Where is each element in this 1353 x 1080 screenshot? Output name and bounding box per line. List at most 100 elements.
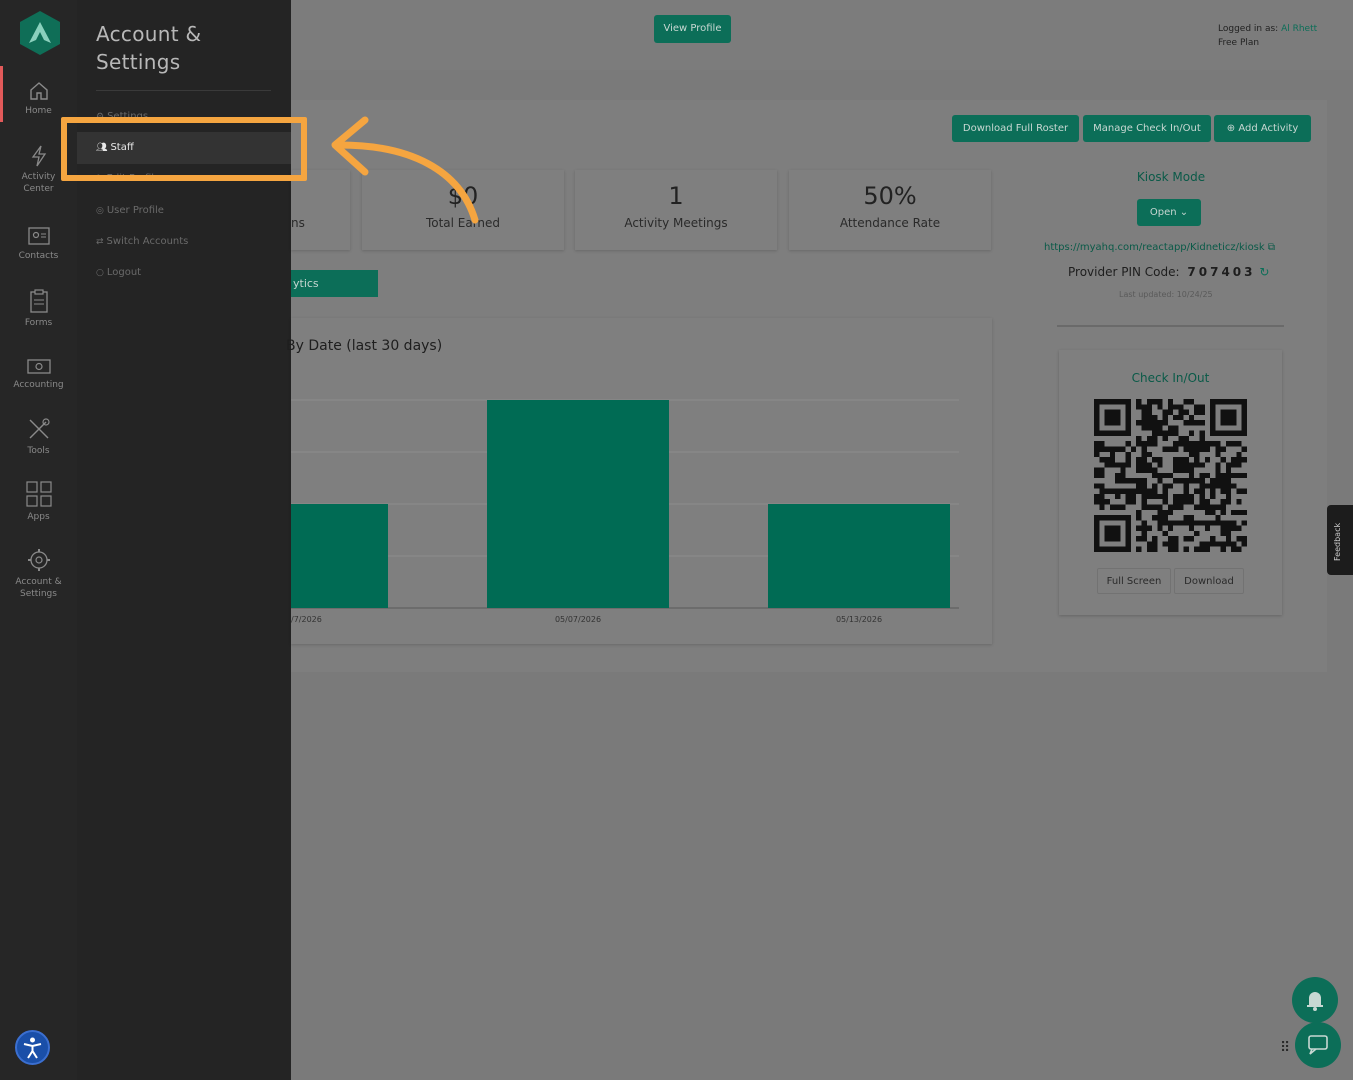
qr-module: [1183, 435, 1189, 442]
qr-module: [1204, 472, 1211, 479]
stat-value: 1: [668, 182, 684, 210]
qr-module: [1241, 488, 1247, 494]
analytics-button[interactable]: ytics: [291, 270, 378, 297]
rail-item-contacts[interactable]: Contacts: [0, 225, 77, 262]
kiosk-url-link[interactable]: https://myahq.com/reactapp/Kidneticz/kio…: [1044, 242, 1265, 253]
qr-module: [1194, 409, 1200, 415]
qr-module: [1136, 488, 1142, 494]
user-name-link[interactable]: Al Rhett: [1281, 24, 1317, 34]
qr-module: [1157, 478, 1163, 484]
menu-item-user-profile[interactable]: ◎ User Profile: [96, 205, 164, 216]
menu-item-logout[interactable]: ○ Logout: [96, 267, 141, 278]
qr-module: [1115, 493, 1121, 500]
menu-label: Switch Accounts: [106, 236, 189, 247]
pin-value: 707403: [1187, 265, 1256, 279]
download-roster-button[interactable]: Download Full Roster: [952, 115, 1079, 142]
qr-module: [1094, 467, 1100, 473]
qr-finder: [1104, 525, 1121, 542]
qr-module: [1225, 493, 1232, 500]
qr-module: [1194, 446, 1200, 452]
qr-module: [1204, 499, 1211, 505]
kiosk-title: Kiosk Mode: [1136, 170, 1206, 184]
qr-module: [1173, 536, 1179, 542]
qr-module: [1199, 441, 1205, 447]
qr-module: [1157, 472, 1163, 479]
stat-label: Attendance Rate: [839, 216, 941, 230]
qr-module: [1162, 499, 1168, 505]
qr-module: [1199, 420, 1205, 426]
rail-item-tools[interactable]: Tools: [0, 416, 77, 457]
qr-module: [1225, 472, 1232, 479]
qr-module: [1204, 457, 1211, 463]
notifications-button[interactable]: [1292, 977, 1338, 1023]
qr-module: [1167, 399, 1174, 405]
qr-module: [1215, 515, 1221, 521]
qr-module: [1152, 541, 1158, 547]
download-qr-button[interactable]: Download: [1174, 568, 1244, 594]
clipboard-icon: [29, 289, 48, 313]
rail-item-accounting[interactable]: Accounting: [0, 356, 77, 391]
chat-icon: [1308, 1035, 1328, 1055]
refresh-icon[interactable]: ↻: [1259, 265, 1269, 279]
bolt-icon: [31, 145, 46, 167]
qr-module: [1115, 504, 1121, 510]
qr-module: [1183, 409, 1189, 415]
accessibility-button[interactable]: [15, 1030, 50, 1065]
qr-module: [1115, 488, 1121, 494]
qr-module: [1120, 462, 1126, 468]
qr-module: [1188, 493, 1195, 500]
menu-item-switch-accounts[interactable]: ⇄ Switch Accounts: [96, 236, 188, 247]
qr-module: [1173, 430, 1179, 436]
qr-module: [1173, 404, 1179, 410]
qr-module: [1231, 520, 1237, 526]
qr-module: [1215, 451, 1221, 458]
add-activity-button[interactable]: ⊕ Add Activity: [1214, 115, 1311, 142]
app-logo-icon[interactable]: [19, 10, 61, 56]
qr-module: [1225, 520, 1232, 526]
qr-module: [1173, 499, 1179, 505]
qr-module: [1125, 478, 1131, 484]
copy-icon[interactable]: ⧉: [1268, 242, 1275, 253]
rail-item-account-settings[interactable]: Account & Settings: [0, 547, 77, 600]
qr-module: [1136, 536, 1142, 542]
rail-item-home[interactable]: Home: [0, 80, 77, 117]
qr-module: [1183, 478, 1189, 484]
logout-icon: ○: [96, 268, 104, 278]
feedback-tab[interactable]: Feedback: [1327, 505, 1353, 575]
qr-module: [1146, 414, 1153, 421]
qr-module: [1225, 488, 1232, 494]
qr-module: [1099, 446, 1105, 452]
rail-item-forms[interactable]: Forms: [0, 288, 77, 329]
pin-label: Provider PIN Code:: [1068, 265, 1180, 279]
qr-module: [1173, 493, 1179, 500]
manage-checkin-button[interactable]: Manage Check In/Out: [1083, 115, 1211, 142]
qr-module: [1120, 446, 1126, 452]
qr-module: [1215, 472, 1221, 479]
qr-module: [1183, 520, 1189, 526]
qr-module: [1210, 504, 1216, 510]
qr-module: [1183, 420, 1189, 426]
qr-module: [1215, 520, 1221, 526]
qr-module: [1094, 493, 1100, 500]
qr-module: [1120, 504, 1126, 510]
view-profile-button[interactable]: View Profile: [654, 15, 731, 43]
drag-handle-icon[interactable]: ⠿: [1280, 1040, 1290, 1056]
kiosk-open-button[interactable]: Open ⌄: [1137, 199, 1201, 226]
qr-module: [1136, 435, 1142, 442]
full-screen-button[interactable]: Full Screen: [1097, 568, 1171, 594]
qr-module: [1120, 478, 1126, 484]
qr-module: [1241, 520, 1247, 526]
qr-module: [1236, 546, 1242, 552]
qr-module: [1188, 515, 1195, 521]
login-info: Logged in as: Al Rhett Free Plan: [1218, 22, 1317, 50]
qr-module: [1157, 520, 1163, 526]
qr-module: [1109, 457, 1116, 463]
qr-module: [1236, 499, 1242, 505]
qr-module: [1225, 525, 1232, 531]
rail-item-apps[interactable]: Apps: [0, 480, 77, 523]
qr-module: [1104, 499, 1110, 505]
qr-module: [1199, 488, 1205, 494]
qr-module: [1236, 451, 1242, 458]
chat-button[interactable]: [1295, 1022, 1341, 1068]
kiosk-url[interactable]: https://myahq.com/reactapp/Kidneticz/kio…: [1044, 242, 1275, 253]
